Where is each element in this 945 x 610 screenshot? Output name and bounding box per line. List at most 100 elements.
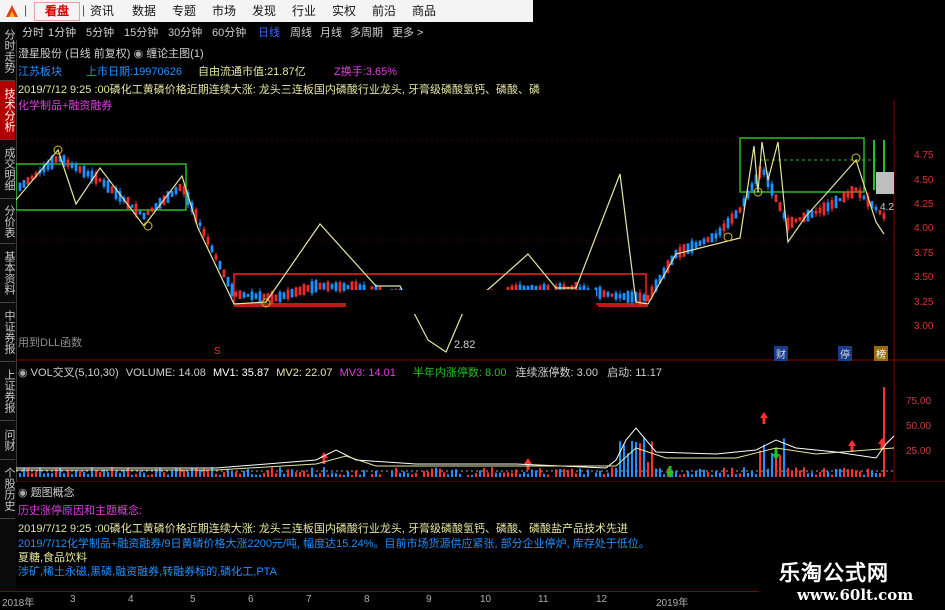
candle-body bbox=[18, 182, 22, 192]
mv2-value: MV2: 22.07 bbox=[276, 367, 333, 379]
volume-collapse-icon[interactable]: ◉ bbox=[18, 367, 28, 379]
period-weekly[interactable]: 周线 bbox=[290, 24, 312, 40]
price-tick: 4.00 bbox=[914, 223, 934, 234]
tab-intraday[interactable]: 分时走势 bbox=[0, 22, 15, 81]
time-tick: 8 bbox=[364, 594, 370, 605]
volume-bar bbox=[35, 471, 37, 477]
candle-body bbox=[246, 293, 250, 297]
volume-bar bbox=[363, 470, 365, 477]
volume-bar bbox=[643, 437, 645, 477]
volume-bar bbox=[87, 473, 89, 477]
turnover-label: Z换手: bbox=[334, 66, 366, 78]
volume-bar bbox=[291, 469, 293, 477]
volume-bar bbox=[351, 474, 353, 477]
period-multi[interactable]: 多周期 bbox=[350, 24, 383, 40]
volume-tick: 75.00 bbox=[906, 396, 932, 407]
volume-bar bbox=[807, 473, 809, 477]
volume-bar bbox=[615, 468, 617, 477]
tab-shanghai-securities[interactable]: 上证券报 bbox=[0, 362, 15, 421]
tab-china-securities[interactable]: 中证券报 bbox=[0, 303, 15, 362]
volume-bar bbox=[743, 467, 745, 477]
volume-bar bbox=[727, 474, 729, 477]
volume-bar bbox=[443, 472, 445, 477]
volume-bar bbox=[703, 469, 705, 477]
volume-bar bbox=[647, 461, 649, 477]
time-tick: 6 bbox=[248, 594, 254, 605]
time-tick: 9 bbox=[426, 594, 432, 605]
candle-body bbox=[138, 211, 142, 215]
tab-stock-history[interactable]: 个股历史 bbox=[0, 460, 15, 519]
signal-tag-finance[interactable]: 财 bbox=[774, 346, 788, 361]
period-60min[interactable]: 60分钟 bbox=[212, 24, 246, 40]
volume-bar bbox=[507, 472, 509, 477]
menu-item-market[interactable]: 市场 bbox=[212, 3, 236, 19]
volume-bar bbox=[711, 474, 713, 477]
period-daily[interactable]: 日线 bbox=[258, 24, 280, 40]
volume-bar bbox=[483, 467, 485, 477]
volume-bar bbox=[175, 467, 177, 477]
menu-item-news[interactable]: 资讯 bbox=[90, 3, 114, 19]
tab-price-table[interactable]: 分价表 bbox=[0, 199, 15, 244]
period-monthly[interactable]: 月线 bbox=[320, 24, 342, 40]
candle-body bbox=[358, 284, 362, 291]
period-1min[interactable]: 1分钟 bbox=[48, 24, 76, 40]
candle-body bbox=[726, 218, 730, 228]
period-30min[interactable]: 30分钟 bbox=[168, 24, 202, 40]
tab-trade-details[interactable]: 成交明细 bbox=[0, 140, 15, 199]
volume-bar bbox=[751, 470, 753, 477]
volume-bar bbox=[883, 387, 885, 477]
volume-tick: 50.00 bbox=[906, 421, 932, 432]
volume-bar bbox=[71, 474, 73, 477]
time-tick: 7 bbox=[306, 594, 312, 605]
indicator-dot-icon: ◉ bbox=[133, 48, 144, 60]
candle-body bbox=[330, 284, 334, 289]
menu-item-frontier[interactable]: 前沿 bbox=[372, 3, 396, 19]
half-year-limitup: 半年内涨停数: 8.00 bbox=[412, 367, 507, 379]
candle-body bbox=[106, 180, 110, 193]
menu-item-shiquan[interactable]: 实权 bbox=[332, 3, 356, 19]
menu-item-data[interactable]: 数据 bbox=[132, 3, 156, 19]
listing-date: 19970626 bbox=[133, 66, 183, 78]
tab-technical-analysis[interactable]: 技术分析 bbox=[0, 81, 15, 140]
period-15min[interactable]: 15分钟 bbox=[124, 24, 158, 40]
float-cap-label: 自由流通市值: bbox=[198, 66, 268, 78]
volume-bar bbox=[255, 474, 257, 477]
volume-bar bbox=[767, 468, 769, 477]
signal-tag-list[interactable]: 榜 bbox=[874, 346, 888, 361]
kanpan-button[interactable]: 看盘 bbox=[34, 2, 80, 21]
menu-item-discover[interactable]: 发现 bbox=[252, 3, 276, 19]
sector-tag[interactable]: 江苏板块 bbox=[18, 63, 62, 79]
volume-bar bbox=[391, 471, 393, 477]
signal-tag-halt[interactable]: 停 bbox=[838, 346, 852, 361]
concept-collapse-icon[interactable]: ◉ bbox=[18, 487, 28, 499]
menu-item-commodity[interactable]: 商品 bbox=[412, 3, 436, 19]
volume-bar bbox=[479, 470, 481, 477]
indicator-name[interactable]: 缠论主图(1) bbox=[146, 48, 203, 60]
volume-bar bbox=[407, 473, 409, 477]
volume-bar bbox=[339, 474, 341, 477]
volume-bar bbox=[715, 471, 717, 477]
app-logo-icon bbox=[6, 5, 18, 17]
menu-item-industry[interactable]: 行业 bbox=[292, 3, 316, 19]
period-5min[interactable]: 5分钟 bbox=[86, 24, 114, 40]
tab-wencai[interactable]: 问财 bbox=[0, 421, 15, 460]
tab-basic-info[interactable]: 基本资料 bbox=[0, 244, 15, 303]
mv1-value: MV1: 35.87 bbox=[212, 367, 270, 379]
period-more[interactable]: 更多 > bbox=[392, 24, 423, 40]
candle-body bbox=[718, 227, 722, 236]
volume-bar bbox=[623, 444, 625, 477]
menu-item-topics[interactable]: 专题 bbox=[172, 3, 196, 19]
candle-body bbox=[530, 284, 534, 292]
candle-body bbox=[698, 240, 702, 246]
volume-bar bbox=[583, 474, 585, 477]
limit-up-arrow-icon bbox=[848, 440, 856, 452]
volume-bar bbox=[663, 474, 665, 477]
volume-bar bbox=[595, 472, 597, 477]
volume-bar bbox=[271, 467, 273, 477]
period-intraday[interactable]: 分时 bbox=[22, 24, 44, 40]
candle-body bbox=[362, 284, 366, 291]
candle-body bbox=[82, 166, 86, 178]
volume-bar bbox=[239, 473, 241, 477]
volume-indicator-name[interactable]: VOL交叉(5,10,30) bbox=[31, 367, 119, 379]
candle-body bbox=[642, 294, 646, 301]
